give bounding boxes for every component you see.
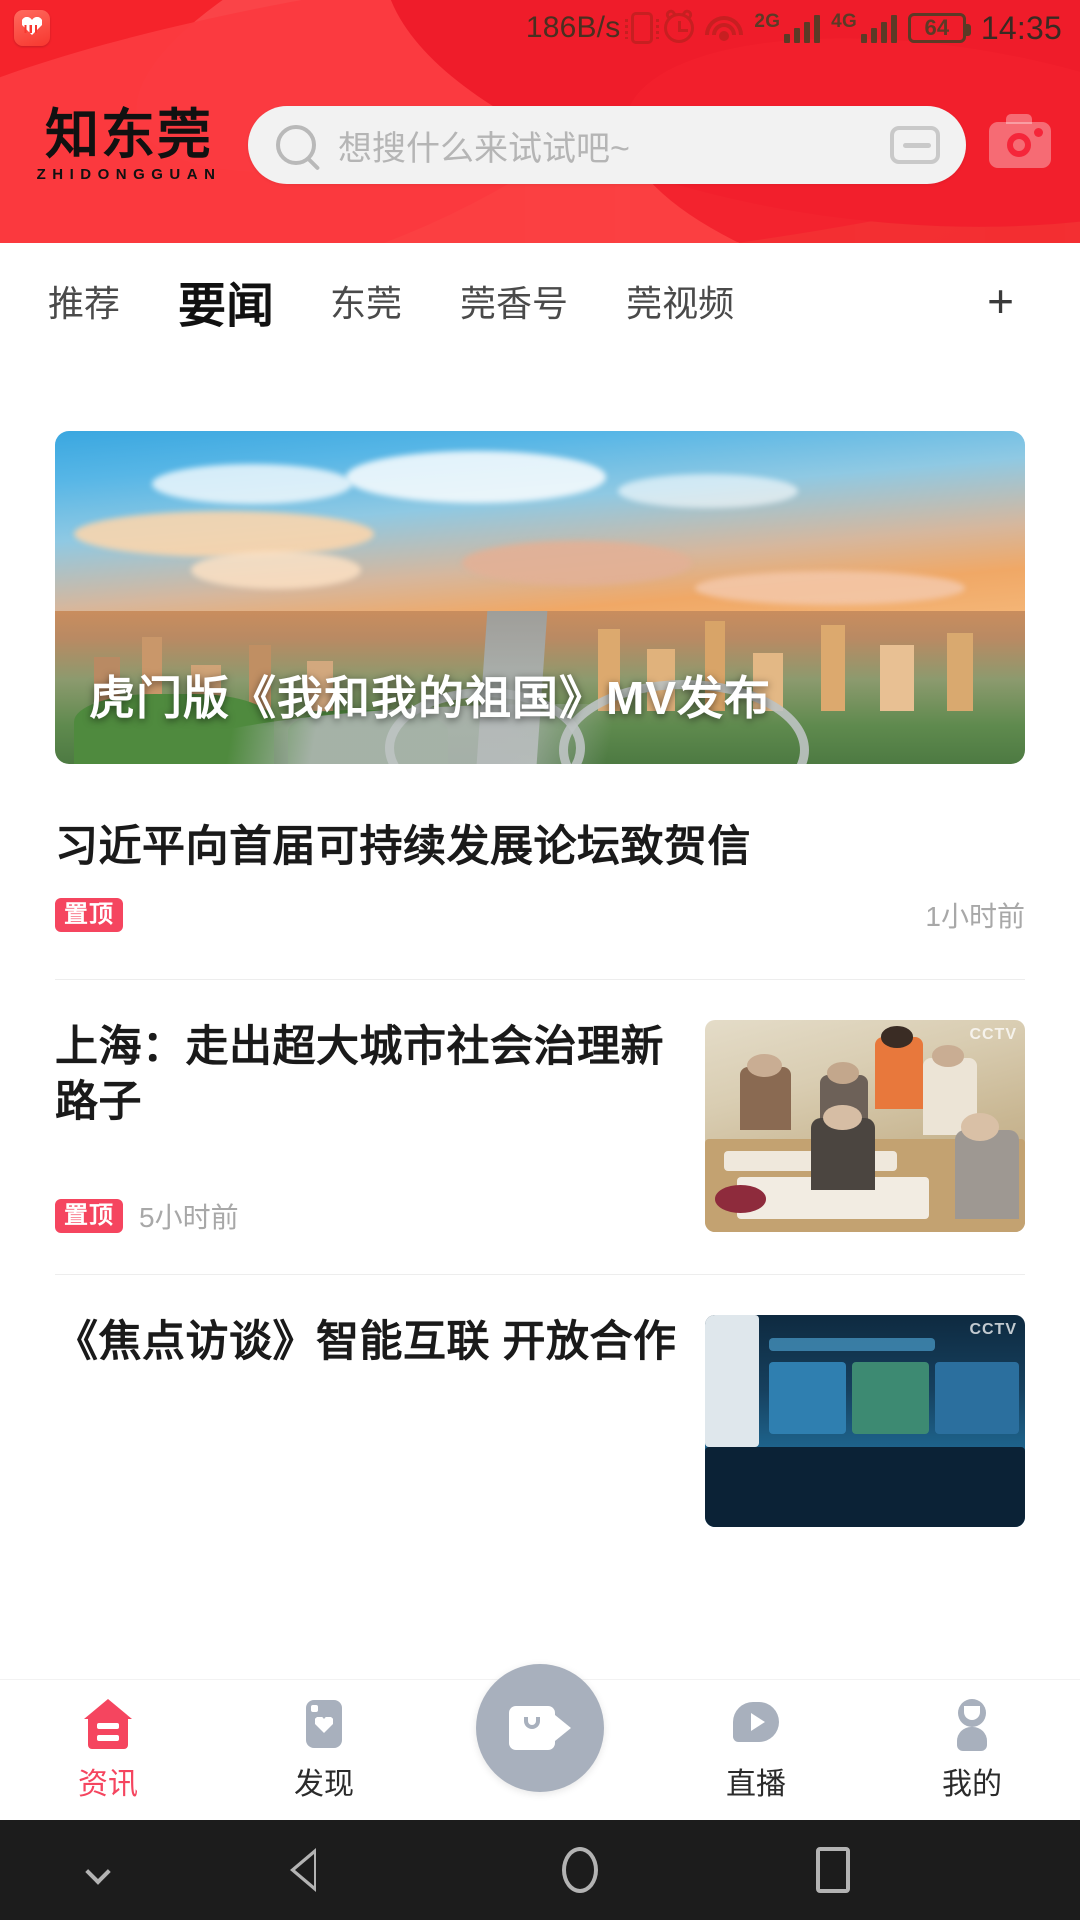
search-icon [276, 125, 316, 165]
scan-icon[interactable] [890, 126, 940, 164]
hide-navbar-button[interactable] [0, 1863, 200, 1877]
app-logo[interactable]: 知东莞 ZHIDONGGUAN [24, 103, 234, 183]
app-logo-en: ZHIDONGGUAN [36, 166, 222, 183]
alarm-clock-icon [664, 7, 695, 43]
search-bar[interactable]: 想搜什么来试试吧~ [248, 106, 966, 184]
header-row: 知东莞 ZHIDONGGUAN 想搜什么来试试吧~ [0, 95, 1080, 195]
chevron-down-icon [87, 1863, 113, 1877]
news-item-meta: 置顶 1小时前 [55, 895, 1025, 935]
video-record-button[interactable] [476, 1664, 604, 1792]
status-bar-clock: 14:35 [980, 9, 1062, 46]
vibrate-icon [625, 12, 660, 44]
news-item-title: 《焦点访谈》智能互联 开放合作 [55, 1318, 677, 1367]
status-bar-right: 186B/s 2G 4G 64 14:35 [525, 7, 1062, 47]
camera-button[interactable] [984, 109, 1056, 181]
recents-square-icon [816, 1847, 851, 1893]
news-item-meta: 置顶 5小时前 [55, 1196, 677, 1236]
tab-recommend[interactable]: 推荐 [48, 275, 120, 327]
discover-heart-icon [297, 1697, 351, 1751]
camera-icon [989, 114, 1051, 168]
status-bar-left [14, 10, 50, 46]
bottom-tab-label: 我的 [942, 1768, 1002, 1801]
profile-icon [945, 1697, 999, 1751]
tab-dongguan[interactable]: 东莞 [330, 275, 402, 327]
bottom-tab-label: 发现 [294, 1768, 354, 1801]
battery-indicator: 64 [907, 13, 971, 43]
bottom-tab-record[interactable] [432, 1664, 648, 1792]
video-record-icon [509, 1706, 571, 1750]
news-item-thumbnail[interactable]: CCTV [705, 1020, 1025, 1233]
hero-card-title: 虎门版《我和我的祖国》MV发布 [89, 672, 771, 724]
cctv-watermark: CCTV [969, 1321, 1017, 1339]
home-circle-icon [561, 1847, 598, 1893]
sim2-signal-icon: 4G [831, 11, 897, 43]
sim2-network-label: 4G [831, 11, 857, 32]
bottom-tab-discover[interactable]: 发现 [216, 1697, 432, 1803]
android-navigation-bar [0, 1820, 1080, 1920]
bottom-tab-bar: 资讯 发现 直播 我的 [0, 1664, 1080, 1820]
heart-rate-icon [14, 10, 50, 46]
bottom-tab-profile[interactable]: 我的 [864, 1697, 1080, 1803]
app-logo-cn: 知东莞 [45, 103, 213, 166]
bottom-tab-label: 资讯 [78, 1768, 138, 1801]
news-item-title: 上海：走出超大城市社会治理新路子 [55, 1023, 664, 1127]
bottom-tab-label: 直播 [726, 1768, 786, 1801]
tab-guanvideo[interactable]: 莞视频 [626, 275, 734, 327]
news-item-time: 5小时前 [139, 1202, 239, 1234]
news-feed[interactable]: 虎门版《我和我的祖国》MV发布 习近平向首届可持续发展论坛致贺信 置顶 1小时前… [0, 359, 1080, 1679]
news-item-thumbnail[interactable]: CCTV [705, 1315, 1025, 1528]
android-recents-button[interactable] [707, 1847, 960, 1893]
status-bar: 186B/s 2G 4G 64 14:35 [0, 0, 1080, 56]
search-input[interactable]: 想搜什么来试试吧~ [338, 121, 890, 170]
tab-headlines[interactable]: 要闻 [178, 266, 274, 336]
live-play-icon [729, 1697, 783, 1751]
bottom-tab-news[interactable]: 资讯 [0, 1697, 216, 1803]
add-channel-button[interactable]: + [987, 274, 1032, 328]
android-home-button[interactable] [453, 1847, 706, 1893]
wifi-icon [705, 14, 744, 42]
news-item[interactable]: 习近平向首届可持续发展论坛致贺信 置顶 1小时前 [0, 764, 1080, 979]
news-item[interactable]: 《焦点访谈》智能互联 开放合作 CCTV [0, 1275, 1080, 1528]
hero-card[interactable]: 虎门版《我和我的祖国》MV发布 [55, 431, 1025, 764]
news-item[interactable]: 上海：走出超大城市社会治理新路子 置顶 5小时前 CCTV [0, 980, 1080, 1274]
news-home-icon [81, 1697, 135, 1751]
sim1-signal-icon: 2G [754, 11, 821, 43]
sim1-network-label: 2G [754, 11, 781, 32]
network-speed-label: 186B/s [525, 11, 621, 44]
news-item-time: 1小时前 [925, 901, 1025, 933]
cctv-watermark: CCTV [969, 1026, 1017, 1044]
back-triangle-icon [289, 1848, 340, 1892]
tab-guanxianghao[interactable]: 莞香号 [460, 275, 568, 327]
category-tab-bar: 推荐 要闻 东莞 莞香号 莞视频 + [0, 243, 1080, 359]
pinned-badge: 置顶 [55, 1199, 123, 1234]
news-item-title: 习近平向首届可持续发展论坛致贺信 [55, 823, 751, 871]
pinned-badge: 置顶 [55, 898, 123, 933]
android-back-button[interactable] [200, 1848, 453, 1892]
bottom-tab-live[interactable]: 直播 [648, 1697, 864, 1803]
